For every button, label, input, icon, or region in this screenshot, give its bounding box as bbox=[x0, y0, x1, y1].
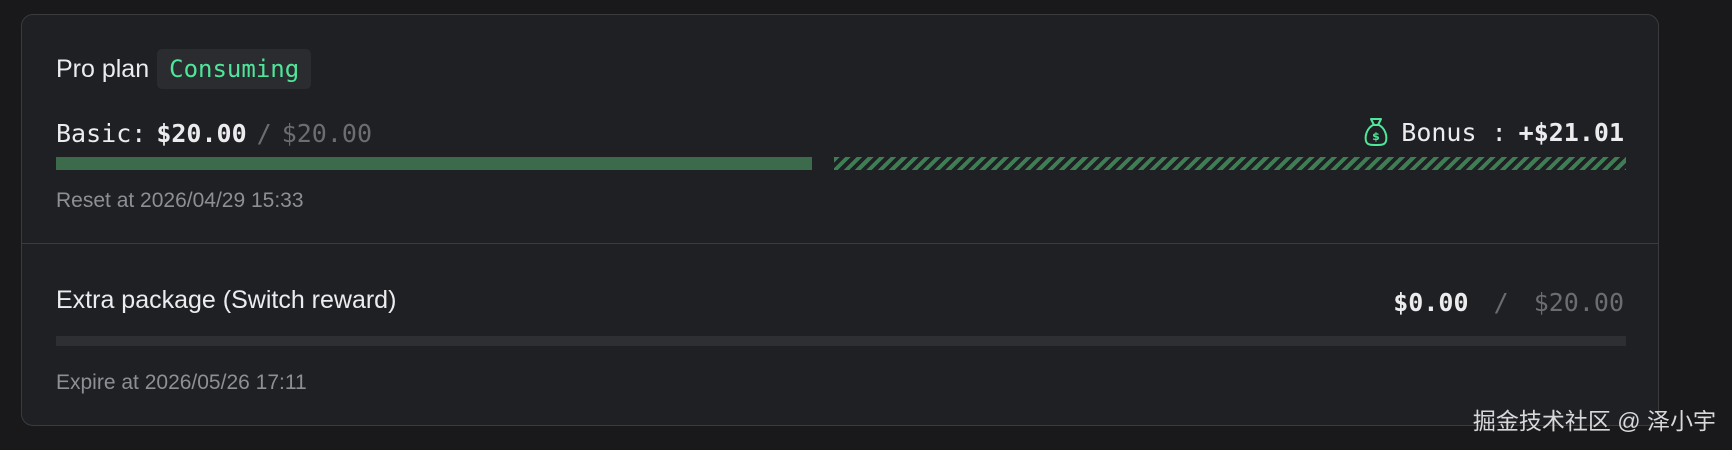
money-bag-icon: $ bbox=[1363, 117, 1389, 147]
extra-separator: / bbox=[1493, 288, 1509, 317]
bonus-usage: $ Bonus : +$21.01 bbox=[1363, 117, 1624, 147]
pro-plan-section: Pro plan Consuming Basic: $20.00 / $20.0… bbox=[22, 15, 1658, 244]
extra-used-amount: $0.00 bbox=[1393, 288, 1469, 317]
basic-usage: Basic: $20.00 / $20.00 bbox=[56, 119, 372, 148]
extra-progress-bar bbox=[56, 336, 1626, 346]
reset-time: Reset at 2026/04/29 15:33 bbox=[56, 189, 304, 212]
basic-progress-fill bbox=[56, 157, 812, 170]
status-badge: Consuming bbox=[157, 49, 312, 89]
usage-card: Pro plan Consuming Basic: $20.00 / $20.0… bbox=[21, 14, 1659, 426]
extra-total-amount: $20.00 bbox=[1533, 288, 1624, 317]
plan-header: Pro plan Consuming bbox=[56, 49, 312, 89]
bonus-label: Bonus : bbox=[1401, 117, 1507, 147]
plan-title: Pro plan bbox=[56, 54, 150, 83]
watermark: 掘金技术社区 @ 泽小宇 bbox=[1472, 408, 1716, 434]
extra-package-section: Extra package (Switch reward) $0.00 / $2… bbox=[22, 244, 1658, 425]
extra-usage: $0.00 / $20.00 bbox=[1393, 288, 1624, 317]
basic-used-amount: $20.00 bbox=[156, 119, 247, 148]
expire-time: Expire at 2026/05/26 17:11 bbox=[56, 371, 307, 394]
svg-text:$: $ bbox=[1372, 130, 1380, 143]
extra-package-title: Extra package (Switch reward) bbox=[56, 286, 397, 314]
basic-total-amount: $20.00 bbox=[281, 119, 372, 148]
basic-label: Basic: bbox=[56, 119, 147, 148]
bonus-progress-bar bbox=[834, 157, 1626, 170]
basic-progress-bar bbox=[56, 157, 812, 170]
basic-separator: / bbox=[256, 119, 272, 148]
bonus-value: +$21.01 bbox=[1518, 117, 1624, 147]
